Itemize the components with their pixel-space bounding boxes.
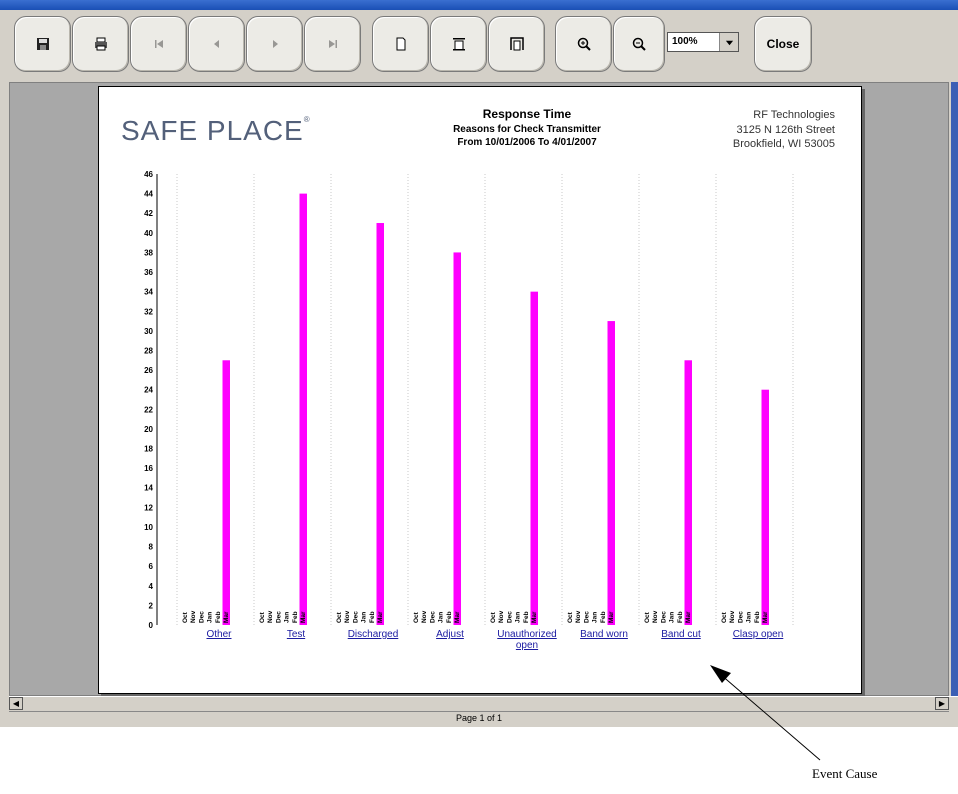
month-tick-label: Nov [729,610,736,623]
month-tick-label: Oct [644,611,651,623]
month-tick-label: Jan [746,612,753,623]
month-tick-label: Nov [498,610,505,623]
response-time-chart: 0246810121416182022242628303234363840424… [144,170,794,651]
category-label: Clasp open [733,629,784,640]
y-tick-label: 2 [149,601,154,610]
month-tick-label: Feb [369,611,376,623]
y-tick-label: 0 [149,621,154,630]
bar [376,223,384,626]
month-tick-label: Dec [506,611,513,623]
month-tick-label: Feb [292,611,299,623]
month-tick-label: Jan [284,612,291,623]
month-tick-label: Oct [336,611,343,623]
y-tick-label: 22 [144,405,153,414]
month-tick-label: Feb [446,611,453,623]
month-tick-label: Oct [259,611,266,623]
category-label: Adjust [436,629,464,640]
category-label: Band cut [661,629,701,640]
y-tick-label: 14 [144,484,153,493]
category-label: Unauthorized [497,629,556,640]
month-tick-label: Nov [190,610,197,623]
category-label: Discharged [348,629,399,640]
bar [761,389,769,625]
y-tick-label: 20 [144,425,153,434]
month-tick-label: Dec [275,611,282,623]
horizontal-scrollbar[interactable]: ◀ ▶ [9,696,958,711]
month-tick-label: Mar [685,611,692,623]
month-tick-label: Mar [454,611,461,623]
y-tick-label: 26 [144,366,153,375]
bar [684,360,692,625]
y-tick-label: 28 [144,346,153,355]
month-tick-label: Jan [592,612,599,623]
month-tick-label: Nov [421,610,428,623]
month-tick-label: Oct [182,611,189,623]
month-tick-label: Oct [490,611,497,623]
category-label: Test [287,629,306,640]
y-tick-label: 24 [144,386,153,395]
bar [299,193,307,625]
month-tick-label: Mar [762,611,769,623]
month-tick-label: Feb [754,611,761,623]
month-tick-label: Oct [413,611,420,623]
scroll-right-button[interactable]: ▶ [935,697,949,710]
category-label: open [516,640,538,651]
month-tick-label: Nov [652,610,659,623]
month-tick-label: Dec [198,611,205,623]
month-tick-label: Dec [737,611,744,623]
y-tick-label: 36 [144,268,153,277]
y-tick-label: 32 [144,307,153,316]
y-tick-label: 40 [144,229,153,238]
month-tick-label: Jan [438,612,445,623]
month-tick-label: Mar [377,611,384,623]
month-tick-label: Feb [523,611,530,623]
month-tick-label: Oct [721,611,728,623]
y-tick-label: 44 [144,190,153,199]
status-bar: Page 1 of 1 [9,711,949,726]
month-tick-label: Mar [300,611,307,623]
report-viewer-window: 100% Close SAFE PLACE® Response Time Rea… [0,0,958,727]
y-tick-label: 18 [144,445,153,454]
month-tick-label: Mar [608,611,615,623]
month-tick-label: Nov [267,610,274,623]
page-indicator: Page 1 of 1 [455,713,503,723]
month-tick-label: Jan [361,612,368,623]
y-tick-label: 12 [144,503,153,512]
month-tick-label: Dec [660,611,667,623]
month-tick-label: Jan [515,612,522,623]
month-tick-label: Jan [207,612,214,623]
bar [222,360,230,625]
month-tick-label: Dec [352,611,359,623]
category-label: Band worn [580,629,628,640]
month-tick-label: Feb [215,611,222,623]
y-tick-label: 34 [144,288,153,297]
y-tick-label: 8 [149,543,154,552]
month-tick-label: Oct [567,611,574,623]
y-tick-label: 6 [149,562,154,571]
y-tick-label: 30 [144,327,153,336]
bar [607,321,615,625]
month-tick-label: Dec [583,611,590,623]
month-tick-label: Mar [531,611,538,623]
month-tick-label: Dec [429,611,436,623]
y-tick-label: 16 [144,464,153,473]
bar [530,291,538,625]
month-tick-label: Nov [575,610,582,623]
scroll-left-button[interactable]: ◀ [9,697,23,710]
y-tick-label: 46 [144,170,153,179]
y-tick-label: 4 [149,582,154,591]
month-tick-label: Nov [344,610,351,623]
month-tick-label: Jan [669,612,676,623]
y-tick-label: 38 [144,248,153,257]
bar [453,252,461,625]
month-tick-label: Feb [600,611,607,623]
month-tick-label: Mar [223,611,230,623]
y-tick-label: 10 [144,523,153,532]
month-tick-label: Feb [677,611,684,623]
event-cause-annotation: Event Cause [812,766,878,781]
category-label: Other [206,629,232,640]
y-tick-label: 42 [144,209,153,218]
